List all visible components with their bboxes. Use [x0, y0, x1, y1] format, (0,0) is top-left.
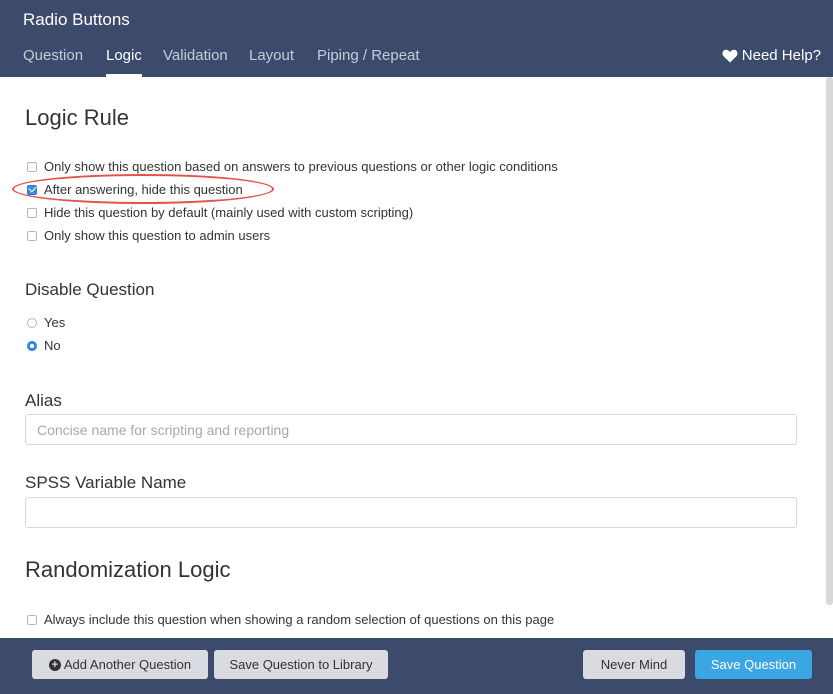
editor-header: Radio Buttons Question Logic Validation …	[0, 0, 833, 77]
tab-question[interactable]: Question	[23, 47, 83, 77]
alias-input[interactable]	[25, 414, 797, 445]
tab-logic[interactable]: Logic	[106, 47, 142, 77]
tab-piping-repeat[interactable]: Piping / Repeat	[317, 47, 420, 77]
button-label: Add Another Question	[63, 657, 192, 672]
option-label: Only show this question to admin users	[44, 228, 271, 243]
never-mind-button[interactable]: Never Mind	[583, 650, 685, 679]
need-help-label: Need Help?	[741, 47, 821, 64]
option-label: Yes	[44, 315, 66, 330]
tab-validation[interactable]: Validation	[163, 47, 228, 77]
question-type-title: Radio Buttons	[23, 10, 130, 29]
option-label: Only show this question based on answers…	[44, 159, 558, 174]
randomization-option-always-include[interactable]: Always include this question when showin…	[27, 612, 554, 627]
add-another-question-button[interactable]: + Add Another Question	[32, 650, 208, 679]
checkbox[interactable]	[27, 161, 37, 172]
alias-heading: Alias	[25, 391, 62, 410]
disable-question-heading: Disable Question	[25, 280, 155, 299]
logic-option-conditions[interactable]: Only show this question based on answers…	[27, 159, 558, 174]
randomization-heading: Randomization Logic	[25, 557, 231, 582]
logic-rule-heading: Logic Rule	[25, 105, 129, 130]
option-label: Always include this question when showin…	[44, 612, 555, 627]
need-help-link[interactable]: Need Help?	[722, 47, 821, 64]
disable-option-no[interactable]: No	[27, 338, 61, 353]
checkbox[interactable]	[27, 207, 37, 218]
save-question-button[interactable]: Save Question	[695, 650, 812, 679]
radio[interactable]	[27, 317, 37, 328]
disable-option-yes[interactable]: Yes	[27, 315, 65, 330]
option-label: No	[44, 338, 61, 353]
logic-option-admin-only[interactable]: Only show this question to admin users	[27, 228, 270, 243]
editor-footer: + Add Another Question Save Question to …	[0, 638, 833, 694]
logic-option-hide-default[interactable]: Hide this question by default (mainly us…	[27, 205, 413, 220]
annotation-highlight-ellipse	[12, 174, 274, 204]
checkbox[interactable]	[27, 230, 37, 241]
checkbox[interactable]	[27, 614, 37, 625]
spss-variable-input[interactable]	[25, 497, 797, 528]
logic-panel: Logic Rule Only show this question based…	[0, 77, 826, 638]
radio-selected[interactable]	[27, 340, 37, 351]
option-label: Hide this question by default (mainly us…	[44, 205, 414, 220]
save-to-library-button[interactable]: Save Question to Library	[214, 650, 388, 679]
tab-layout[interactable]: Layout	[249, 47, 294, 77]
plus-icon: +	[48, 658, 61, 671]
spss-heading: SPSS Variable Name	[25, 473, 187, 492]
heart-icon	[722, 49, 738, 62]
content-scrollbar[interactable]	[826, 77, 833, 605]
